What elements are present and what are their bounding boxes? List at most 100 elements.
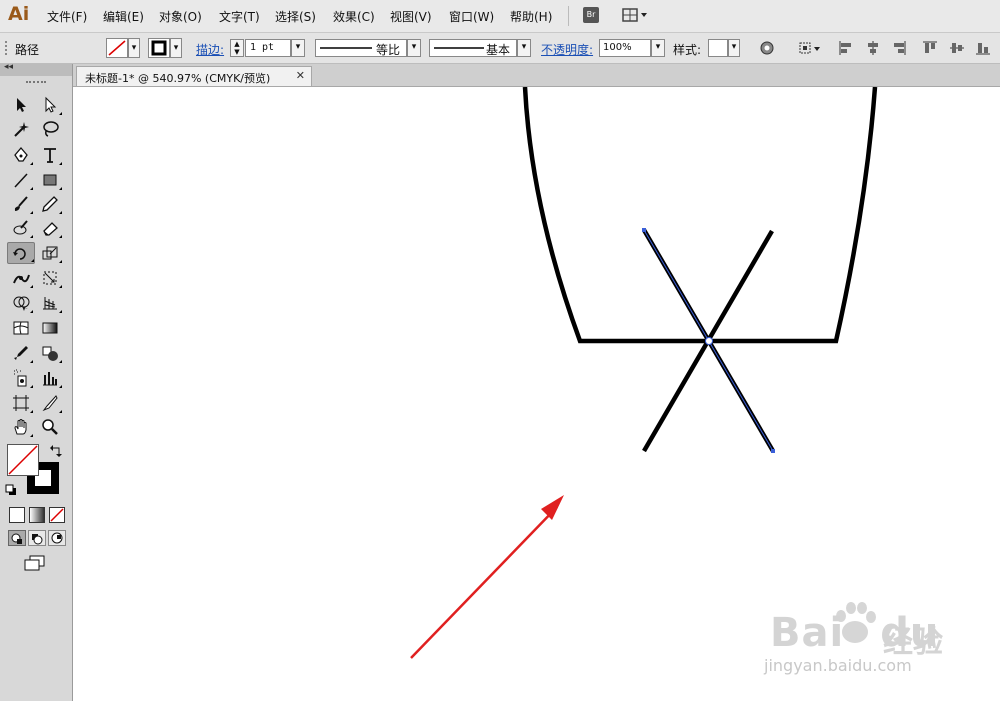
- width-tool[interactable]: [9, 267, 33, 289]
- color-mode-button[interactable]: [9, 507, 25, 523]
- stroke-weight-stepper[interactable]: ▲ ▼: [230, 39, 244, 57]
- style-chevron-icon[interactable]: ▾: [728, 39, 740, 57]
- document-tab[interactable]: 未标题-1* @ 540.97% (CMYK/预览) ✕: [76, 66, 312, 86]
- hand-tool[interactable]: [9, 416, 33, 438]
- cup-outline-path[interactable]: [522, 87, 878, 344]
- default-fill-stroke-icon[interactable]: [5, 484, 17, 496]
- align-left-icon[interactable]: [839, 41, 853, 55]
- eraser-tool[interactable]: [38, 217, 62, 239]
- column-graph-tool[interactable]: [38, 367, 62, 389]
- opacity-label[interactable]: 不透明度:: [541, 41, 593, 58]
- blend-tool[interactable]: [38, 342, 62, 364]
- symbol-sprayer-icon: [14, 369, 27, 387]
- align-bottom-icon[interactable]: [976, 41, 990, 55]
- no-fill-icon: [108, 40, 126, 56]
- shape-builder-tool[interactable]: [9, 292, 33, 314]
- watermark-cn: 经验: [883, 625, 943, 660]
- none-mode-button[interactable]: [49, 507, 65, 523]
- app-logo: Ai: [8, 3, 30, 25]
- width-profile-select[interactable]: 等比: [315, 39, 407, 57]
- rectangle-tool[interactable]: [38, 169, 62, 191]
- menu-bar: Ai 文件(F) 编辑(E) 对象(O) 文字(T) 选择(S) 效果(C) 视…: [0, 0, 1000, 33]
- stroke-weight-chevron-icon[interactable]: ▾: [291, 39, 305, 57]
- opacity-input[interactable]: 100%: [599, 39, 651, 57]
- menu-edit[interactable]: 编辑(E): [103, 8, 144, 25]
- gradient-mode-button[interactable]: [29, 507, 45, 523]
- stroke-weight-input[interactable]: 1 pt: [245, 39, 291, 57]
- blend-icon: [42, 346, 58, 361]
- align-top-icon[interactable]: [923, 41, 937, 55]
- document-tab-title: 未标题-1* @ 540.97% (CMYK/预览): [85, 72, 271, 85]
- draw-inside-button[interactable]: [48, 530, 66, 546]
- brush-line-icon: [434, 47, 484, 49]
- gradient-tool[interactable]: [38, 317, 62, 339]
- artboard-tool[interactable]: [9, 392, 33, 414]
- tools-panel: ◂◂: [0, 62, 73, 701]
- brush-definition-select[interactable]: 基本: [429, 39, 517, 57]
- tools-panel-header[interactable]: ◂◂: [0, 62, 72, 76]
- style-label: 样式:: [673, 43, 702, 57]
- magic-wand-icon: [14, 122, 29, 137]
- menu-help[interactable]: 帮助(H): [510, 8, 552, 25]
- pencil-icon: [42, 196, 58, 212]
- direct-selection-tool[interactable]: [38, 94, 62, 116]
- screen-mode-icon[interactable]: [23, 554, 47, 572]
- anchor-point-start[interactable]: [642, 228, 646, 232]
- stroke-dropdown-chevron-icon[interactable]: ▾: [170, 38, 182, 58]
- magic-wand-tool[interactable]: [9, 118, 33, 140]
- line-segment-tool[interactable]: [9, 169, 33, 191]
- artboard-canvas[interactable]: Bai du 经验 jingyan.baidu.com: [73, 87, 1000, 701]
- symbol-sprayer-tool[interactable]: [9, 367, 33, 389]
- menu-object[interactable]: 对象(O): [159, 8, 202, 25]
- align-right-icon[interactable]: [892, 41, 906, 55]
- fill-color-swatch[interactable]: [7, 444, 39, 476]
- slice-tool[interactable]: [38, 392, 62, 414]
- anchor-point-end[interactable]: [771, 449, 775, 453]
- free-transform-tool[interactable]: [38, 267, 62, 289]
- recolor-artwork-icon[interactable]: [760, 41, 774, 55]
- scale-tool[interactable]: [38, 242, 62, 264]
- control-bar-grip[interactable]: [5, 41, 9, 55]
- collapse-panel-icon[interactable]: ◂◂: [4, 62, 13, 72]
- lasso-tool[interactable]: [38, 118, 62, 140]
- profile-label: 等比: [376, 43, 401, 57]
- menu-effect[interactable]: 效果(C): [333, 8, 375, 25]
- rectangle-icon: [43, 174, 57, 186]
- mesh-tool[interactable]: [9, 317, 33, 339]
- paintbrush-tool[interactable]: [9, 193, 33, 215]
- zoom-tool[interactable]: [38, 416, 62, 438]
- control-bar: 路径 ▾ ▾ 描边: ▲ ▼ 1 pt ▾ 等比 ▾ 基本 ▾ 不透明度: 100…: [0, 33, 1000, 64]
- pencil-tool[interactable]: [38, 193, 62, 215]
- blob-brush-tool[interactable]: [9, 217, 33, 239]
- menu-file[interactable]: 文件(F): [47, 8, 87, 25]
- opacity-chevron-icon[interactable]: ▾: [651, 39, 665, 57]
- select-similar-icon[interactable]: [798, 41, 822, 55]
- eyedropper-tool[interactable]: [9, 342, 33, 364]
- align-center-vertical-icon[interactable]: [950, 41, 964, 55]
- menu-select[interactable]: 选择(S): [275, 8, 316, 25]
- swap-fill-stroke-icon[interactable]: [50, 445, 62, 457]
- stroke-swatch[interactable]: [148, 38, 170, 58]
- bridge-button[interactable]: Br: [583, 7, 599, 23]
- align-center-horizontal-icon[interactable]: [866, 41, 880, 55]
- workspace-switcher-button[interactable]: [622, 8, 648, 22]
- type-tool[interactable]: [38, 144, 62, 166]
- close-tab-icon[interactable]: ✕: [296, 69, 305, 82]
- menu-view[interactable]: 视图(V): [390, 8, 432, 25]
- document-tab-bar: 未标题-1* @ 540.97% (CMYK/预览) ✕: [73, 64, 1000, 87]
- selection-tool[interactable]: [9, 94, 33, 116]
- fill-swatch[interactable]: [106, 38, 128, 58]
- draw-normal-button[interactable]: [8, 530, 26, 546]
- profile-chevron-icon[interactable]: ▾: [407, 39, 421, 57]
- graphic-style-swatch[interactable]: [708, 39, 728, 57]
- tools-panel-grip[interactable]: [26, 81, 46, 85]
- pen-tool[interactable]: [9, 144, 33, 166]
- brush-chevron-icon[interactable]: ▾: [517, 39, 531, 57]
- menu-window[interactable]: 窗口(W): [449, 8, 494, 25]
- perspective-grid-tool[interactable]: [38, 292, 62, 314]
- rotate-tool[interactable]: [7, 242, 35, 264]
- menu-type[interactable]: 文字(T): [219, 8, 260, 25]
- draw-behind-button[interactable]: [28, 530, 46, 546]
- fill-dropdown-chevron-icon[interactable]: ▾: [128, 38, 140, 58]
- stroke-label[interactable]: 描边:: [196, 41, 224, 58]
